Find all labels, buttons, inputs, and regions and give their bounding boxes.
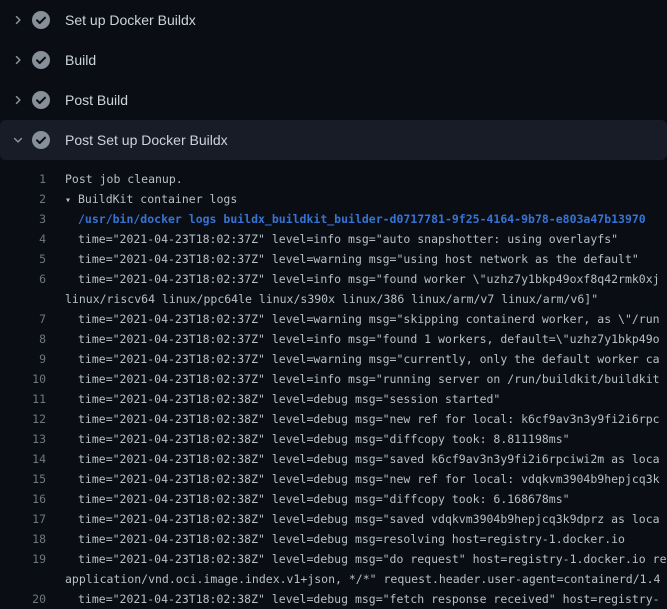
- log-text: time="2021-04-23T18:02:37Z" level=warnin…: [78, 249, 639, 269]
- step-header-post-set-up-docker-buildx[interactable]: Post Set up Docker Buildx: [0, 120, 667, 160]
- step-title: Build: [65, 52, 96, 68]
- chevron-right-icon: [11, 93, 25, 107]
- line-number[interactable]: 13: [0, 429, 46, 449]
- line-number[interactable]: 3: [0, 209, 46, 229]
- log-line: 6 time="2021-04-23T18:02:37Z" level=info…: [0, 269, 667, 289]
- line-number[interactable]: 8: [0, 329, 46, 349]
- log-text: time="2021-04-23T18:02:38Z" level=debug …: [78, 529, 625, 549]
- log-text: time="2021-04-23T18:02:38Z" level=debug …: [78, 509, 660, 529]
- step-title: Set up Docker Buildx: [65, 12, 196, 28]
- log-text: time="2021-04-23T18:02:38Z" level=debug …: [78, 449, 660, 469]
- log-line: 8 time="2021-04-23T18:02:37Z" level=info…: [0, 329, 667, 349]
- log-text: time="2021-04-23T18:02:38Z" level=debug …: [78, 389, 500, 409]
- log-line: 1 Post job cleanup.: [0, 169, 667, 189]
- log-text: ▾BuildKit container logs: [65, 189, 237, 209]
- line-number[interactable]: 10: [0, 369, 46, 389]
- log-line: 12 time="2021-04-23T18:02:38Z" level=deb…: [0, 409, 667, 429]
- log-text: time="2021-04-23T18:02:37Z" level=warnin…: [78, 309, 660, 329]
- check-circle-icon: [32, 11, 50, 29]
- line-number[interactable]: 18: [0, 529, 46, 549]
- log-line: 13 time="2021-04-23T18:02:38Z" level=deb…: [0, 429, 667, 449]
- log-line: application/vnd.oci.image.index.v1+json,…: [0, 569, 667, 589]
- line-number[interactable]: 6: [0, 269, 46, 289]
- log-line: 9 time="2021-04-23T18:02:37Z" level=warn…: [0, 349, 667, 369]
- log-line: 5 time="2021-04-23T18:02:37Z" level=warn…: [0, 249, 667, 269]
- log-line: 20 time="2021-04-23T18:02:38Z" level=deb…: [0, 589, 667, 609]
- log-line: 7 time="2021-04-23T18:02:37Z" level=warn…: [0, 309, 667, 329]
- log-line: 14 time="2021-04-23T18:02:38Z" level=deb…: [0, 449, 667, 469]
- triangle-down-icon: ▾: [65, 191, 78, 209]
- line-number[interactable]: 16: [0, 489, 46, 509]
- log-line: 18 time="2021-04-23T18:02:38Z" level=deb…: [0, 529, 667, 549]
- chevron-right-icon: [11, 13, 25, 27]
- line-number[interactable]: 1: [0, 169, 46, 189]
- step-header-set-up-docker-buildx[interactable]: Set up Docker Buildx: [0, 0, 667, 40]
- log-line: 15 time="2021-04-23T18:02:38Z" level=deb…: [0, 469, 667, 489]
- step-title: Post Build: [65, 92, 128, 108]
- log-text: application/vnd.oci.image.index.v1+json,…: [65, 569, 660, 589]
- log-line: 16 time="2021-04-23T18:02:38Z" level=deb…: [0, 489, 667, 509]
- log-text: time="2021-04-23T18:02:38Z" level=debug …: [78, 409, 660, 429]
- line-number[interactable]: 19: [0, 549, 46, 569]
- line-number[interactable]: 7: [0, 309, 46, 329]
- log-line: 10 time="2021-04-23T18:02:37Z" level=inf…: [0, 369, 667, 389]
- line-number[interactable]: 5: [0, 249, 46, 269]
- log-text: time="2021-04-23T18:02:37Z" level=info m…: [78, 229, 618, 249]
- line-number[interactable]: 2: [0, 189, 46, 209]
- line-number[interactable]: 14: [0, 449, 46, 469]
- line-number[interactable]: 17: [0, 509, 46, 529]
- line-number[interactable]: [0, 289, 46, 309]
- log-line: 17 time="2021-04-23T18:02:38Z" level=deb…: [0, 509, 667, 529]
- log-line: 11 time="2021-04-23T18:02:38Z" level=deb…: [0, 389, 667, 409]
- log-line: 4 time="2021-04-23T18:02:37Z" level=info…: [0, 229, 667, 249]
- step-title: Post Set up Docker Buildx: [65, 132, 228, 148]
- step-log-output: 1 Post job cleanup. 2 ▾BuildKit containe…: [0, 160, 667, 609]
- chevron-down-icon: [11, 133, 25, 147]
- log-line: 3 /usr/bin/docker logs buildx_buildkit_b…: [0, 209, 667, 229]
- line-number[interactable]: 20: [0, 589, 46, 609]
- job-steps-list: Set up Docker Buildx Build Post Build Po…: [0, 0, 667, 160]
- step-header-post-build[interactable]: Post Build: [0, 80, 667, 120]
- chevron-right-icon: [11, 53, 25, 67]
- log-text: time="2021-04-23T18:02:38Z" level=debug …: [78, 489, 570, 509]
- line-number[interactable]: 4: [0, 229, 46, 249]
- line-number[interactable]: 9: [0, 349, 46, 369]
- log-group-header[interactable]: 2 ▾BuildKit container logs: [0, 189, 667, 209]
- log-line: linux/riscv64 linux/ppc64le linux/s390x …: [0, 289, 667, 309]
- log-text: time="2021-04-23T18:02:37Z" level=warnin…: [78, 349, 660, 369]
- log-text: time="2021-04-23T18:02:37Z" level=info m…: [78, 329, 660, 349]
- check-circle-icon: [32, 51, 50, 69]
- step-header-build[interactable]: Build: [0, 40, 667, 80]
- line-number[interactable]: 12: [0, 409, 46, 429]
- log-text: time="2021-04-23T18:02:37Z" level=info m…: [78, 269, 660, 289]
- line-number[interactable]: 11: [0, 389, 46, 409]
- log-text: time="2021-04-23T18:02:38Z" level=debug …: [78, 469, 660, 489]
- log-text: Post job cleanup.: [65, 169, 183, 189]
- log-line: 19 time="2021-04-23T18:02:38Z" level=deb…: [0, 549, 667, 569]
- log-command: /usr/bin/docker logs buildx_buildkit_bui…: [78, 209, 646, 229]
- log-text: linux/riscv64 linux/ppc64le linux/s390x …: [65, 289, 598, 309]
- log-text: time="2021-04-23T18:02:38Z" level=debug …: [78, 589, 660, 609]
- line-number[interactable]: 15: [0, 469, 46, 489]
- log-text: time="2021-04-23T18:02:38Z" level=debug …: [78, 429, 570, 449]
- check-circle-icon: [32, 91, 50, 109]
- check-circle-icon: [32, 131, 50, 149]
- line-number[interactable]: [0, 569, 46, 589]
- log-text: time="2021-04-23T18:02:37Z" level=info m…: [78, 369, 660, 389]
- log-text: time="2021-04-23T18:02:38Z" level=debug …: [78, 549, 667, 569]
